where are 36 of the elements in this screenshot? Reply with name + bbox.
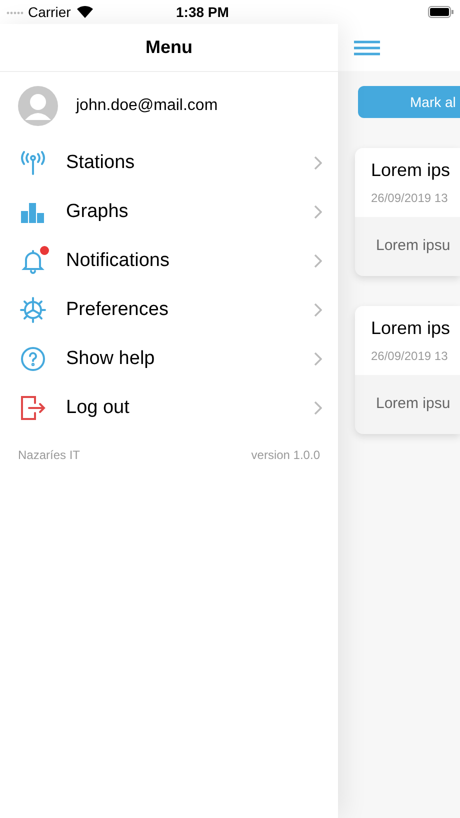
card-date: 26/09/2019 13 — [371, 349, 449, 363]
wifi-icon — [76, 5, 94, 19]
menu-item[interactable]: Stations — [0, 138, 338, 187]
help-icon — [20, 346, 46, 372]
chevron-icon — [314, 204, 322, 218]
antenna-icon — [20, 150, 46, 176]
notification-card[interactable]: Lorem ips 26/09/2019 13 Lorem ipsu — [355, 306, 460, 434]
menu-item[interactable]: Graphs — [0, 187, 338, 236]
chevron-icon — [314, 156, 322, 170]
card-body: Lorem ipsu — [375, 394, 452, 414]
carrier-name: Carrier — [28, 4, 71, 20]
bell-icon — [20, 248, 46, 274]
chevron-icon — [314, 400, 322, 414]
avatar-icon — [18, 86, 58, 126]
battery-icon — [428, 6, 454, 18]
card-title: Lorem ips — [371, 160, 452, 181]
app-version: version 1.0.0 — [251, 448, 320, 462]
menu-item[interactable]: Log out — [0, 383, 338, 432]
menu-item[interactable]: Preferences — [0, 285, 338, 334]
menu-item[interactable]: Notifications — [0, 236, 338, 285]
notification-card[interactable]: Lorem ips 26/09/2019 13 Lorem ipsu — [355, 148, 460, 276]
logout-icon — [20, 394, 46, 420]
menu-item[interactable]: Show help — [0, 334, 338, 383]
gear-icon — [20, 296, 46, 322]
user-email: john.doe@mail.com — [76, 97, 218, 115]
company-name: Nazaríes IT — [18, 448, 80, 462]
signal-icon — [6, 9, 24, 15]
card-body: Lorem ipsu — [375, 236, 452, 256]
chevron-icon — [314, 254, 322, 268]
card-date: 26/09/2019 13 — [371, 191, 449, 205]
status-time: 1:38 PM — [176, 4, 229, 20]
chevron-icon — [314, 302, 322, 316]
menu-title: Menu — [146, 37, 192, 58]
chevron-icon — [314, 352, 322, 366]
card-title: Lorem ips — [371, 318, 452, 339]
menu-icon[interactable] — [354, 40, 380, 56]
